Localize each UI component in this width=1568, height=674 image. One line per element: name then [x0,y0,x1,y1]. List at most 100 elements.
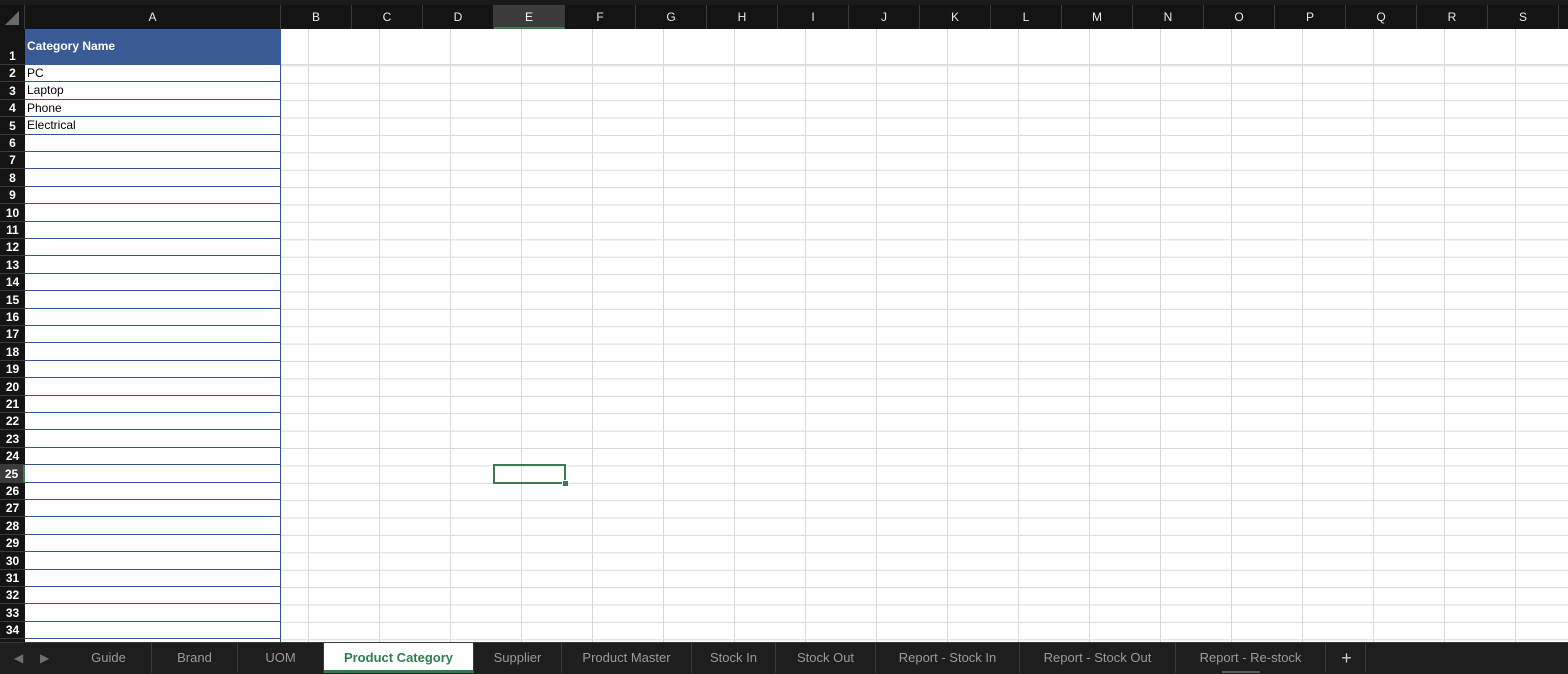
row-header-14[interactable]: 14 [0,274,25,292]
column-header-n[interactable]: N [1133,5,1204,29]
row-header-17[interactable]: 17 [0,326,25,344]
sheet-tab-guide[interactable]: Guide [66,643,152,673]
sheet-tab-report-stock-in[interactable]: Report - Stock In [876,643,1020,673]
row-header-2[interactable]: 2 [0,65,25,83]
row-header-11[interactable]: 11 [0,222,25,239]
category-cell[interactable] [25,570,281,587]
category-cell[interactable] [25,465,281,483]
category-cell[interactable]: Laptop [25,82,281,100]
category-cell[interactable] [25,587,281,605]
row-header-19[interactable]: 19 [0,361,25,379]
column-header-b[interactable]: B [281,5,352,29]
next-sheet-icon[interactable]: ▶ [40,651,49,665]
row-header-27[interactable]: 27 [0,500,25,518]
row-header-5[interactable]: 5 [0,117,25,135]
column-header-f[interactable]: F [565,5,636,29]
category-cell[interactable] [25,274,281,292]
row-header-16[interactable]: 16 [0,309,25,326]
sheet-tab-report-re-stock[interactable]: Report - Re-stock [1176,643,1326,673]
category-cell[interactable] [25,326,281,344]
sheet-tab-stock-out[interactable]: Stock Out [776,643,876,673]
fill-handle[interactable] [562,479,569,487]
column-header-o[interactable]: O [1204,5,1275,29]
category-cell[interactable] [25,187,281,205]
row-header-33[interactable]: 33 [0,604,25,622]
row-header-20[interactable]: 20 [0,378,25,396]
row-header-18[interactable]: 18 [0,343,25,361]
sheet-tab-supplier[interactable]: Supplier [474,643,562,673]
row-header-21[interactable]: 21 [0,396,25,413]
category-cell[interactable] [25,343,281,361]
row-header-30[interactable]: 30 [0,552,25,570]
category-cell[interactable] [25,552,281,570]
row-header-4[interactable]: 4 [0,100,25,118]
sheet-tab-report-stock-out[interactable]: Report - Stock Out [1020,643,1176,673]
select-all-button[interactable] [0,5,25,29]
column-header-s[interactable]: S [1488,5,1559,29]
column-header-h[interactable]: H [707,5,778,29]
cell-grid[interactable]: Category Name PC Laptop Phone Electrical [25,29,1568,642]
row-header-22[interactable]: 22 [0,413,25,431]
column-header-j[interactable]: J [849,5,920,29]
category-cell[interactable] [25,430,281,448]
row-header-34[interactable]: 34 [0,622,25,640]
row-header-1[interactable]: 1 [0,29,25,65]
column-header-d[interactable]: D [423,5,494,29]
column-header-p[interactable]: P [1275,5,1346,29]
add-sheet-button[interactable]: + [1328,643,1366,673]
horizontal-scrollbar-thumb[interactable] [1222,671,1260,673]
category-cell[interactable] [25,517,281,535]
category-cell[interactable] [25,152,281,170]
row-header-28[interactable]: 28 [0,517,25,535]
category-cell[interactable] [25,622,281,640]
sheet-tab-product-category[interactable]: Product Category [324,643,474,673]
row-header-10[interactable]: 10 [0,204,25,222]
category-cell[interactable] [25,256,281,274]
column-header-k[interactable]: K [920,5,991,29]
column-header-c[interactable]: C [352,5,423,29]
category-cell[interactable] [25,222,281,239]
sheet-tab-product-master[interactable]: Product Master [562,643,692,673]
row-header-26[interactable]: 26 [0,483,25,500]
category-cell[interactable]: Phone [25,100,281,118]
column-header-m[interactable]: M [1062,5,1133,29]
column-header-r[interactable]: R [1417,5,1488,29]
row-header-3[interactable]: 3 [0,82,25,100]
category-cell[interactable] [25,448,281,466]
category-cell[interactable] [25,291,281,309]
column-header-i[interactable]: I [778,5,849,29]
row-header-25[interactable]: 25 [0,465,25,483]
row-header-29[interactable]: 29 [0,535,25,553]
column-header-e[interactable]: E [494,5,565,29]
category-cell[interactable] [25,483,281,500]
category-cell[interactable] [25,535,281,553]
category-cell[interactable] [25,604,281,622]
sheet-tab-stock-in[interactable]: Stock In [692,643,776,673]
row-header-9[interactable]: 9 [0,187,25,205]
row-header-13[interactable]: 13 [0,256,25,274]
column-header-l[interactable]: L [991,5,1062,29]
category-cell[interactable] [25,204,281,222]
row-header-12[interactable]: 12 [0,239,25,257]
active-cell-selection[interactable] [493,464,566,484]
column-header-q[interactable]: Q [1346,5,1417,29]
category-cell[interactable]: PC [25,65,281,83]
column-header-g[interactable]: G [636,5,707,29]
category-cell[interactable] [25,500,281,518]
category-cell[interactable] [25,135,281,152]
row-header-23[interactable]: 23 [0,430,25,448]
category-cell[interactable] [25,361,281,379]
row-header-24[interactable]: 24 [0,448,25,466]
row-header-7[interactable]: 7 [0,152,25,170]
category-name-header-cell[interactable]: Category Name [25,29,281,65]
category-cell[interactable] [25,413,281,431]
category-cell[interactable] [25,169,281,187]
prev-sheet-icon[interactable]: ◀ [14,651,23,665]
category-cell[interactable] [25,239,281,257]
category-cell[interactable] [25,378,281,396]
row-header-31[interactable]: 31 [0,570,25,587]
sheet-tab-uom[interactable]: UOM [238,643,324,673]
category-cell[interactable] [25,309,281,326]
category-cell[interactable]: Electrical [25,117,281,135]
category-cell[interactable] [25,396,281,413]
